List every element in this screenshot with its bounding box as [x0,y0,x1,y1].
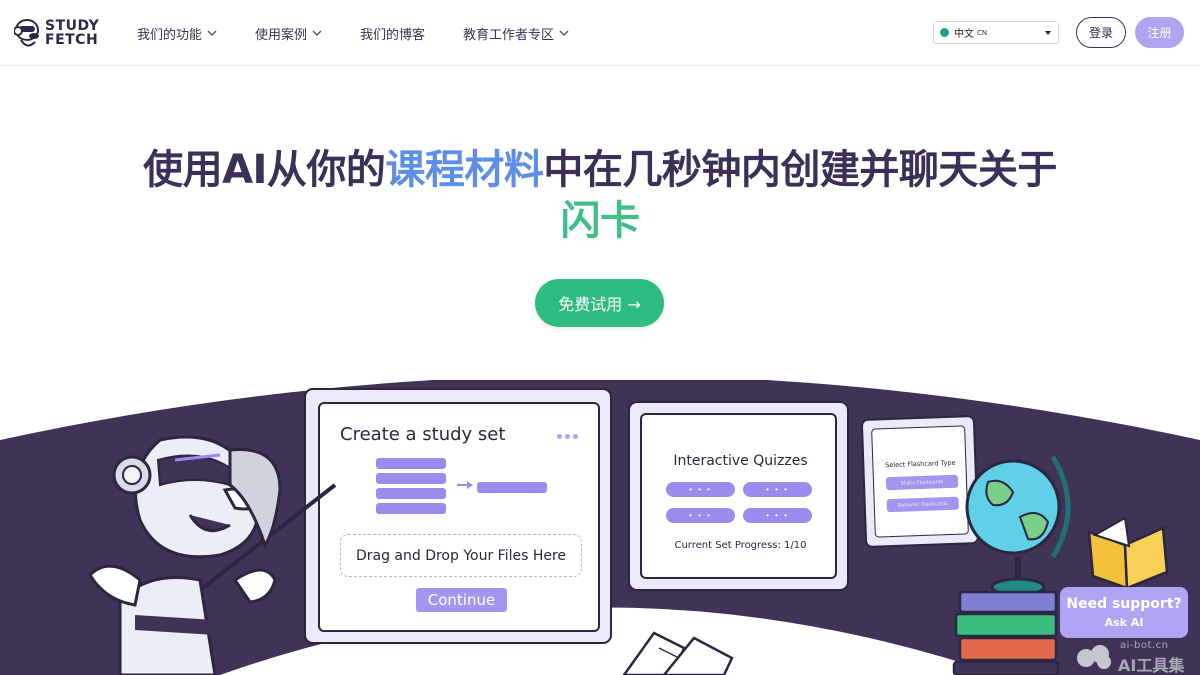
chevron-down-icon [1045,31,1051,35]
main-nav: 我们的功能 使用案例 我们的博客 教育工作者专区 [137,0,607,66]
hero-title-part1: 使用AI从你的 [143,147,386,193]
dog-mascot-illustration [88,435,337,675]
continue-button: Continue [416,588,507,612]
logo-text-study: STUDY [45,18,100,34]
quiz-option-pill: • • • [666,482,735,497]
nav-item-label: 我们的功能 [137,27,203,43]
signup-button[interactable]: 注册 [1135,17,1184,48]
hero-title: 使用AI从你的课程材料中在几秒钟内创建并聊天关于 闪卡 [100,145,1100,247]
watermark-domain: ai-bot.cn [1120,640,1169,651]
chevron-down-icon [559,30,569,36]
chevron-down-icon [207,30,217,36]
paper-illustration [622,631,734,675]
nav-item-educators[interactable]: 教育工作者专区 [463,24,569,43]
output-placeholder [477,482,547,493]
quiz-option-pill: • • • [743,508,812,523]
login-button[interactable]: 登录 [1076,17,1126,48]
file-list-placeholder [376,458,446,518]
create-study-set-card: Create a study set Drag and Drop Your Fi… [304,388,612,644]
language-label: 中文 [954,29,974,40]
support-chat-button[interactable]: Need support? Ask AI [1060,587,1188,638]
flashcard-type-title: Select Flashcard Type [885,458,956,470]
dog-logo-icon [14,19,39,47]
arrow-right-icon [457,481,473,489]
static-flashcards-option: Static Flashcards [885,474,959,491]
file-dropzone: Drag and Drop Your Files Here [340,534,582,577]
support-subtitle: Ask AI [1104,616,1144,629]
logo-text-fetch: FETCH [45,32,99,48]
hero-title-highlight-course: 课程材料 [385,147,544,193]
studyfetch-logo[interactable]: STUDY FETCH [14,14,106,52]
more-dots-icon [557,434,578,439]
nav-item-use-cases[interactable]: 使用案例 [255,24,322,43]
globe-icon [940,28,949,37]
books-stack-illustration [952,590,1060,675]
nav-item-features[interactable]: 我们的功能 [137,24,217,43]
quiz-option-pill: • • • [666,508,735,523]
nav-item-blog[interactable]: 我们的博客 [360,24,425,43]
nav-item-label: 使用案例 [255,27,308,43]
nav-item-label: 教育工作者专区 [463,27,555,43]
hero-title-part2: 中在几秒钟内创建并聊天关于 [543,147,1057,193]
watermark-logo-icon [1077,645,1111,669]
create-study-set-title: Create a study set [340,424,506,445]
try-free-button[interactable]: 免费试用 → [535,279,664,327]
quiz-option-pill: • • • [743,482,812,497]
interactive-quizzes-card: Interactive Quizzes • • • • • • • • • • … [628,401,849,591]
top-header: STUDY FETCH 我们的功能 使用案例 我们的博客 教育工作者专区 中文 … [0,0,1200,66]
dynamic-flashcards-option: Dynamic Flashcards [886,496,960,513]
watermark-name: AI工具集 [1118,656,1185,675]
chevron-down-icon [312,30,322,36]
globe-illustration [965,455,1071,597]
language-code: CN [977,28,988,37]
watermark: ai-bot.cn AI工具集 [1072,640,1196,675]
open-book-illustration [1087,516,1169,590]
language-select[interactable]: 中文 CN [933,21,1059,44]
quiz-card-title: Interactive Quizzes [673,453,808,469]
hero-title-highlight-flashcards: 闪卡 [560,198,641,244]
support-title: Need support? [1066,596,1182,612]
nav-item-label: 我们的博客 [360,27,426,43]
quiz-progress-text: Current Set Progress: 1/10 [674,540,807,551]
